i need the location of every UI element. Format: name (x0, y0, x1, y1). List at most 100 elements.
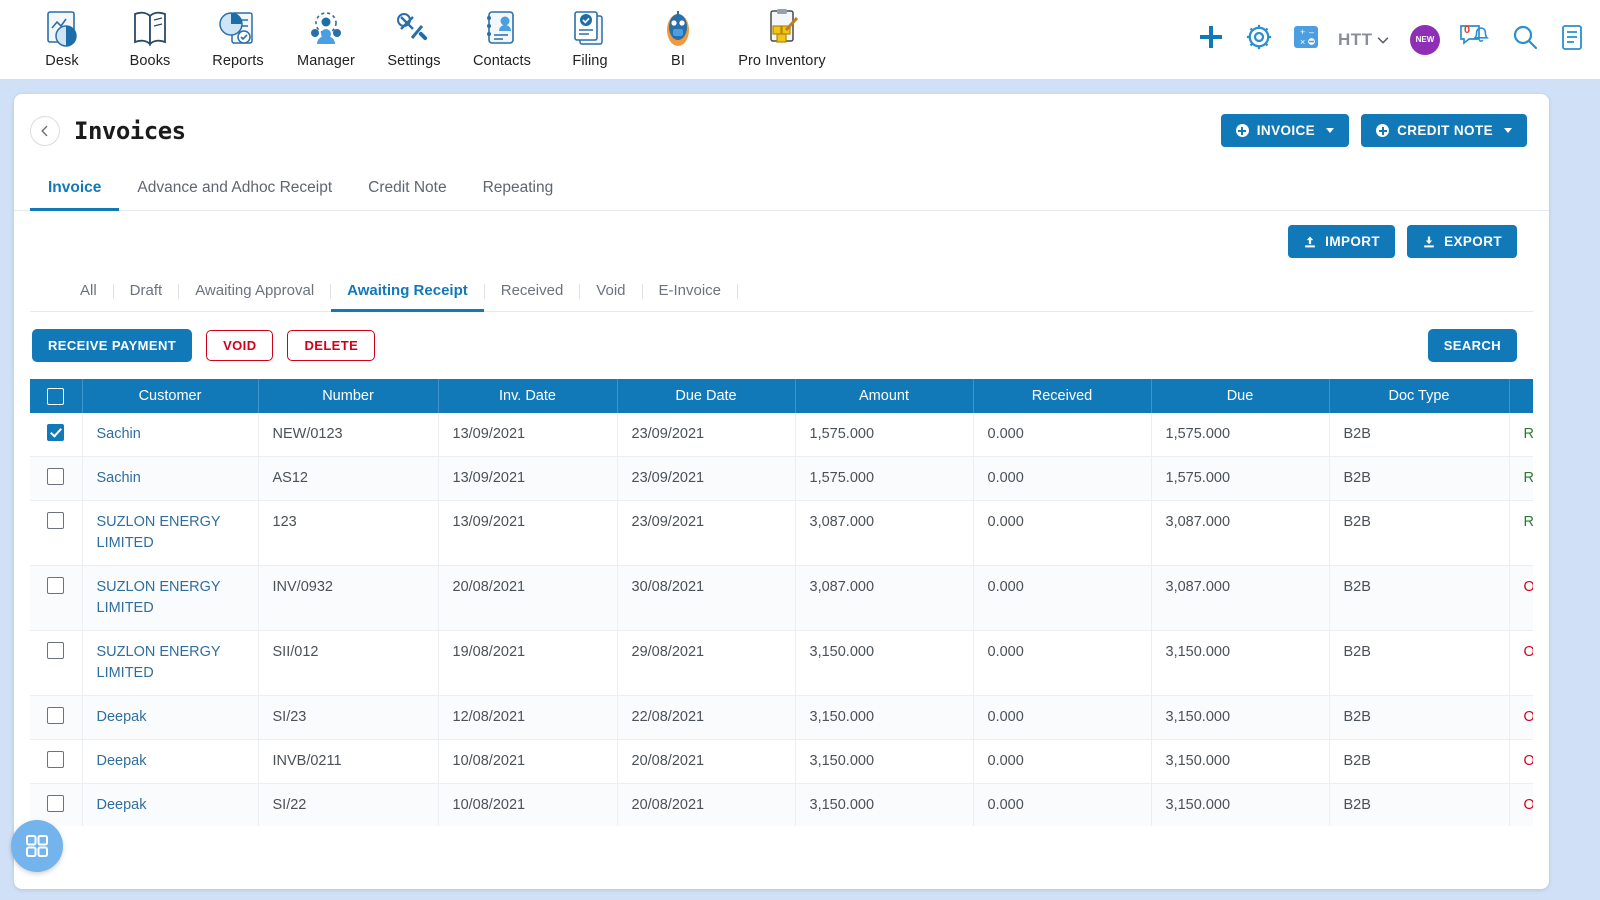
nav-item-books[interactable]: Books (106, 0, 194, 69)
new-credit-note-button[interactable]: CREDIT NOTE (1361, 114, 1527, 147)
calculator-icon[interactable]: + – × (1292, 23, 1320, 56)
row-checkbox[interactable] (47, 424, 65, 441)
void-button[interactable]: VOID (206, 330, 274, 361)
row-checkbox[interactable] (47, 751, 65, 769)
nav-item-bi[interactable]: BI (634, 0, 722, 69)
tab-invoice[interactable]: Invoice (30, 167, 120, 211)
protocol-label: HTTP (1338, 29, 1372, 49)
bell-chat-icon[interactable]: 0 (1458, 22, 1492, 57)
filing-docs-icon (574, 11, 603, 45)
plus-icon[interactable] (1196, 22, 1226, 57)
nav-item-label: Contacts (472, 53, 532, 69)
row-select-cell (30, 565, 83, 632)
filter-received[interactable]: Received (485, 276, 580, 312)
nav-item-settings[interactable]: Settings (370, 0, 458, 69)
nav-item-manager[interactable]: Manager (282, 0, 370, 69)
cell-received: 0.000 (973, 500, 1152, 567)
nav-item-filing[interactable]: Filing (546, 0, 634, 69)
tab-repeating[interactable]: Repeating (465, 167, 572, 211)
import-button[interactable]: IMPORT (1288, 225, 1396, 258)
filter-draft[interactable]: Draft (114, 276, 179, 312)
cell-due: 3,150.000 (1151, 630, 1330, 697)
customer-link[interactable]: Deepak (97, 709, 147, 725)
invoices-table-scroll-area[interactable]: Customer Number Inv. Date Due Date Amount Rec… (30, 379, 1533, 826)
row-checkbox[interactable] (47, 642, 65, 660)
gear-icon[interactable] (1244, 22, 1274, 57)
table-row[interactable]: SUZLON ENERGY LIMITED SII/012 19/08/2021 29… (30, 630, 1533, 697)
column-header-number: Number (258, 379, 439, 413)
receive-payment-button[interactable]: RECEIVE PAYMENT (32, 329, 193, 362)
table-row[interactable]: Sachin AS12 13/09/2021 23/09/2021 1,575.000 0… (30, 456, 1533, 502)
row-checkbox[interactable] (47, 468, 65, 486)
table-row[interactable]: Sachin NEW/0123 13/09/2021 23/09/2021 1,575.… (30, 413, 1533, 458)
row-select-cell (30, 630, 83, 697)
status-badge: Re (1509, 413, 1533, 458)
nav-item-contacts[interactable]: Contacts (458, 0, 546, 69)
apps-grid-fab[interactable] (11, 820, 63, 872)
cell-customer: Deepak (82, 695, 259, 741)
contacts-book-icon (487, 11, 514, 44)
table-head: Customer Number Inv. Date Due Date Amount Rec… (30, 379, 1533, 413)
tab-credit-note[interactable]: Credit Note (350, 167, 464, 211)
download-icon (1424, 236, 1434, 247)
cell-amount: 1,575.000 (795, 413, 974, 458)
svg-text:–: – (1309, 27, 1314, 37)
nav-item-pro-inventory[interactable]: Pro Inventory (722, 0, 842, 69)
table-header-row: Customer Number Inv. Date Due Date Amount Rec… (30, 379, 1533, 413)
row-checkbox[interactable] (47, 577, 65, 595)
row-select-cell (30, 500, 83, 567)
top-navigation-bar: Desk Books Reports Manager Settings Contacts F… (0, 0, 1600, 79)
cell-due-date: 23/09/2021 (617, 413, 796, 458)
nav-item-desk[interactable]: Desk (18, 0, 106, 69)
customer-link[interactable]: SUZLON ENERGY LIMITED (97, 579, 221, 616)
customer-link[interactable]: SUZLON ENERGY LIMITED (97, 644, 221, 681)
search-button[interactable]: SEARCH (1427, 329, 1517, 362)
invoices-card: Invoices INVOICE CREDIT NOTE Invoice Adva… (14, 94, 1549, 889)
table-row[interactable]: Deepak INVB/0211 10/08/2021 20/08/2021 3,150… (30, 739, 1533, 785)
table-row[interactable]: Deepak SI/22 10/08/2021 20/08/2021 3,150.000… (30, 783, 1533, 826)
cell-received: 0.000 (973, 413, 1152, 458)
cell-due: 3,150.000 (1151, 739, 1330, 785)
svg-text:+: + (1300, 27, 1305, 37)
nav-item-reports[interactable]: Reports (194, 0, 282, 69)
status-badge: Re (1509, 500, 1533, 567)
export-label: EXPORT (1444, 234, 1502, 249)
row-checkbox[interactable] (47, 707, 65, 725)
cell-customer: Deepak (82, 739, 259, 785)
back-button[interactable] (30, 115, 60, 146)
new-badge[interactable]: NEW (1410, 24, 1440, 55)
document-type-tabs: Invoice Advance and Adhoc Receipt Credit N… (14, 167, 1549, 211)
cell-due: 3,150.000 (1151, 695, 1330, 741)
tab-advance-and-adhoc-receipt[interactable]: Advance and Adhoc Receipt (119, 167, 350, 211)
row-checkbox[interactable] (47, 512, 65, 530)
customer-link[interactable]: Sachin (97, 426, 141, 442)
select-all-checkbox[interactable] (47, 387, 65, 405)
filter-e-invoice[interactable]: E-Invoice (643, 276, 738, 312)
cell-inv-date: 13/09/2021 (438, 500, 618, 567)
table-row[interactable]: SUZLON ENERGY LIMITED 123 13/09/2021 23/09/… (30, 500, 1533, 567)
filter-awaiting-approval[interactable]: Awaiting Approval (179, 276, 330, 312)
clipboard-icon[interactable] (1558, 22, 1586, 57)
chevron-down-icon (1504, 128, 1512, 133)
filter-void[interactable]: Void (580, 276, 641, 312)
new-invoice-button[interactable]: INVOICE (1220, 114, 1350, 147)
column-header-due: Due (1151, 379, 1330, 413)
filter-awaiting-receipt[interactable]: Awaiting Receipt (331, 276, 484, 312)
filter-all[interactable]: All (64, 276, 113, 312)
table-row[interactable]: SUZLON ENERGY LIMITED INV/0932 20/08/2021 3… (30, 565, 1533, 632)
protocol-dropdown[interactable]: HTTP (1338, 30, 1392, 50)
search-icon[interactable] (1510, 22, 1540, 57)
customer-link[interactable]: Sachin (97, 470, 141, 486)
cell-number: AS12 (258, 456, 439, 502)
delete-button[interactable]: DELETE (287, 330, 376, 361)
cell-received: 0.000 (973, 783, 1152, 826)
cell-customer: Sachin (82, 456, 259, 502)
select-all-header (30, 379, 83, 413)
row-checkbox[interactable] (47, 795, 65, 813)
export-button[interactable]: EXPORT (1407, 225, 1517, 258)
table-row[interactable]: Deepak SI/23 12/08/2021 22/08/2021 3,150.000… (30, 695, 1533, 741)
customer-link[interactable]: SUZLON ENERGY LIMITED (97, 514, 221, 551)
customer-link[interactable]: Deepak (97, 797, 147, 813)
customer-link[interactable]: Deepak (97, 753, 147, 769)
pro-inventory-icon (770, 9, 799, 43)
